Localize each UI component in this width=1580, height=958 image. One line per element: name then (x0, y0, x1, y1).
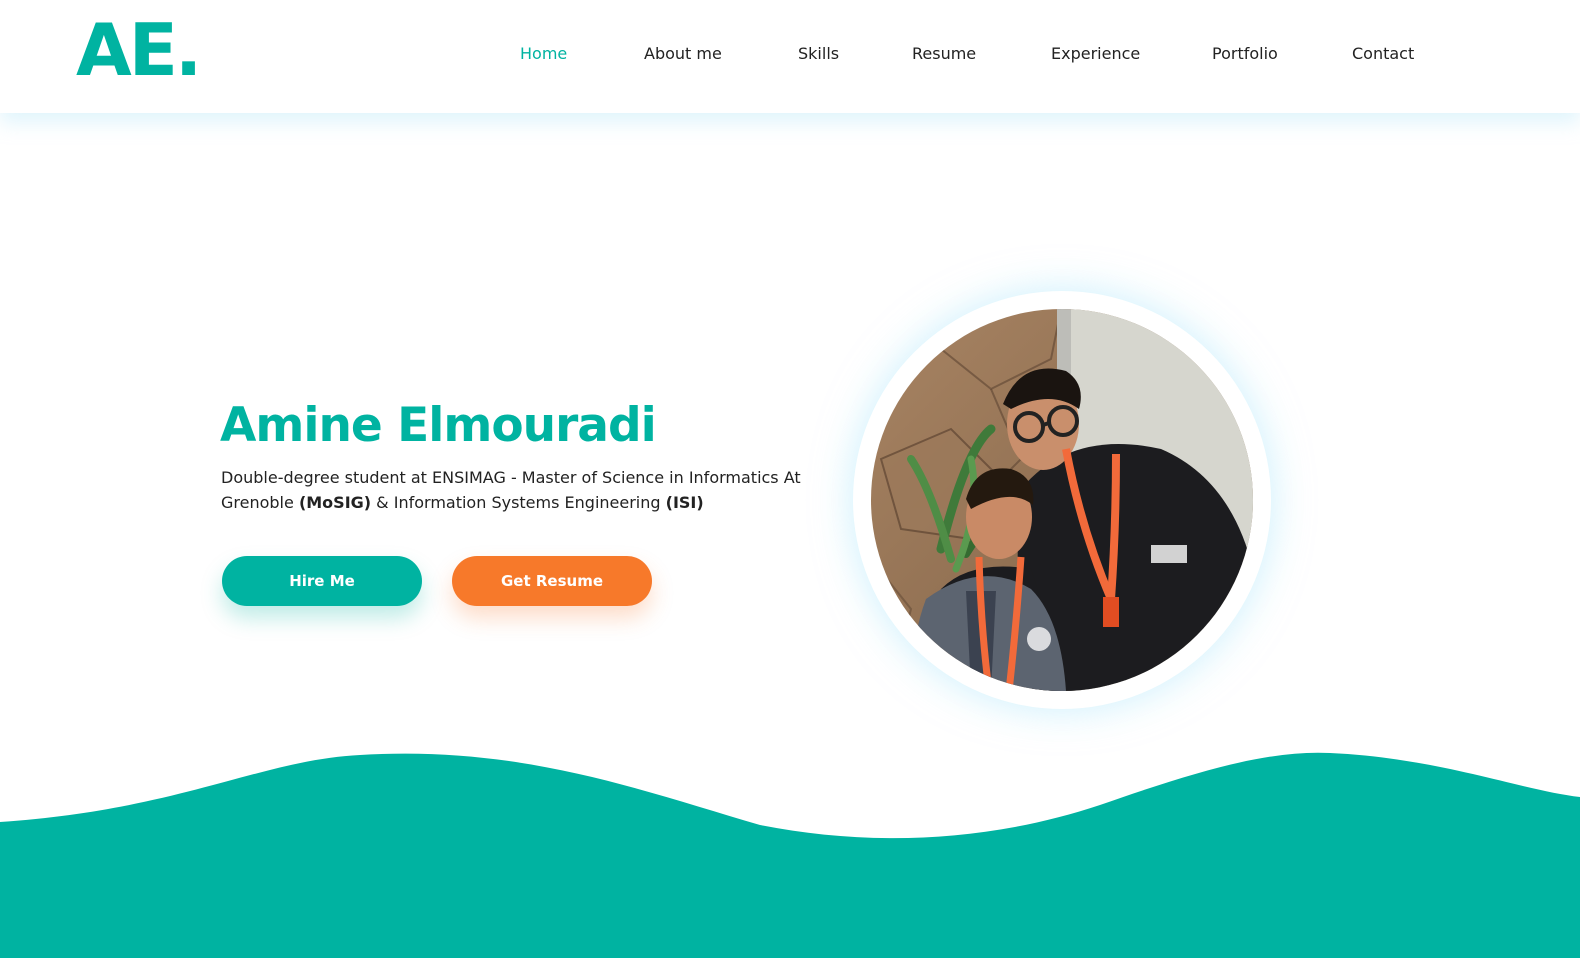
nav-portfolio[interactable]: Portfolio (1212, 44, 1278, 63)
description-text-2: & Information Systems Engineering (371, 493, 666, 512)
profile-photo (871, 309, 1253, 691)
description-isi: (ISI) (665, 493, 704, 512)
description-mosig: (MoSIG) (298, 493, 372, 512)
nav-home[interactable]: Home (520, 44, 567, 63)
nav-skills[interactable]: Skills (798, 44, 839, 63)
nav-experience[interactable]: Experience (1051, 44, 1140, 63)
get-resume-button[interactable]: Get Resume (452, 556, 652, 606)
nav-contact[interactable]: Contact (1352, 44, 1414, 63)
nav-resume[interactable]: Resume (912, 44, 976, 63)
profile-photo-illustration (871, 309, 1253, 691)
main-nav: Home About me Skills Resume Experience P… (0, 44, 1580, 68)
hero-description: Double-degree student at ENSIMAG - Maste… (221, 465, 821, 515)
nav-about-me[interactable]: About me (644, 44, 722, 63)
hero-name: Amine Elmouradi (220, 398, 657, 453)
decorative-wave (0, 752, 1580, 958)
portfolio-page: AE. Home About me Skills Resume Experien… (0, 0, 1580, 958)
hire-me-button[interactable]: Hire Me (222, 556, 422, 606)
navbar: AE. Home About me Skills Resume Experien… (0, 0, 1580, 113)
